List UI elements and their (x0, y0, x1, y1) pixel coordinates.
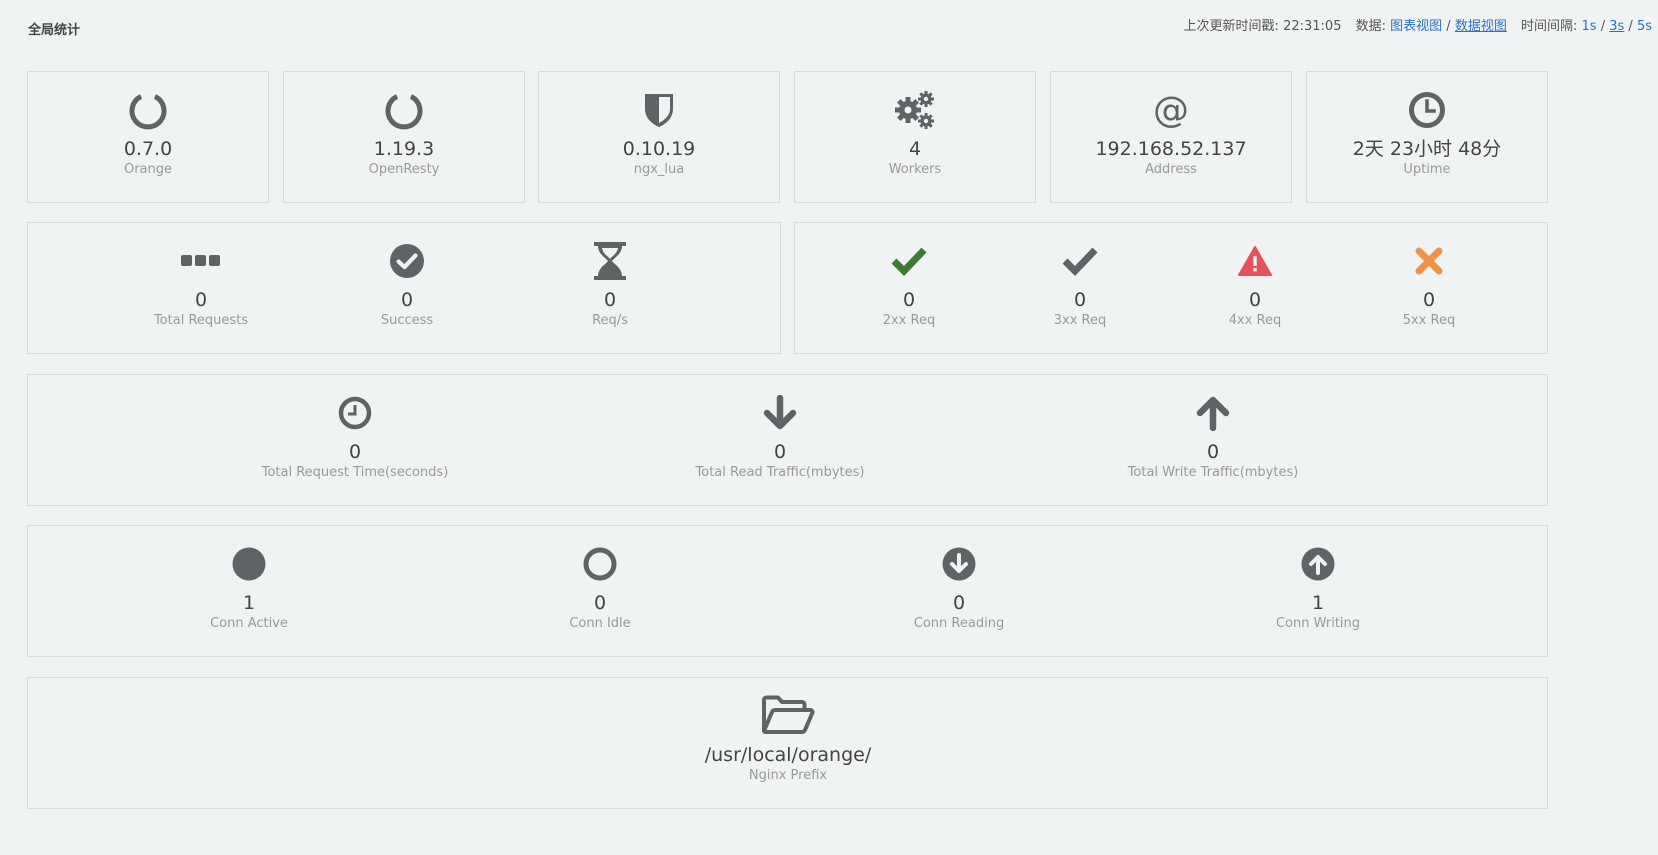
last-update-time: 22:31:05 (1283, 19, 1342, 34)
conn-idle-stat: 0 Conn Idle (480, 542, 720, 632)
conn-active-label: Conn Active (210, 616, 288, 631)
orange-version-label: Orange (123, 162, 173, 177)
nginx-prefix-value: /usr/local/orange/ (704, 744, 872, 766)
requests-card: 0 Total Requests 0 Success 0 Req/s (27, 222, 781, 354)
request-time-value: 0 (348, 441, 362, 463)
address-value: 192.168.52.137 (1095, 138, 1247, 160)
interval-label: 时间间隔: (1520, 19, 1578, 34)
refresh-toolbar: 上次更新时间戳: 22:31:05 数据: 图表视图 / 数据视图 时间间隔: … (1184, 15, 1652, 34)
ellipsis-icon (81, 239, 321, 283)
conn-idle-label: Conn Idle (569, 616, 631, 631)
data-view-link[interactable]: 数据视图 (1455, 19, 1507, 34)
svg-text:@: @ (1153, 91, 1189, 129)
request-time-stat: 0 Total Request Time(seconds) (235, 391, 475, 481)
total-requests-label: Total Requests (153, 313, 249, 328)
total-requests-stat: 0 Total Requests (81, 239, 321, 329)
arrow-circle-up-icon (1198, 542, 1438, 586)
req-per-second-value: 0 (603, 289, 617, 311)
last-update-label: 上次更新时间戳: (1183, 19, 1279, 34)
write-traffic-stat: 0 Total Write Traffic(mbytes) (1093, 391, 1333, 481)
interval-separator: / (1628, 19, 1633, 34)
openresty-version-value: 1.19.3 (373, 138, 435, 160)
conn-active-stat: 1 Conn Active (129, 542, 369, 632)
workers-card: 4 Workers (794, 71, 1036, 203)
connections-card: 1 Conn Active 0 Conn Idle 0 Conn Reading… (27, 525, 1548, 657)
clock-icon (235, 391, 475, 435)
empty-circle-icon (480, 542, 720, 586)
address-label: Address (1145, 162, 1197, 177)
arrow-up-icon (1093, 391, 1333, 435)
read-traffic-value: 0 (773, 441, 787, 463)
openresty-version-label: OpenResty (368, 162, 440, 177)
ngx-lua-version-value: 0.10.19 (622, 138, 696, 160)
ngx-lua-version-card: 0.10.19 ngx_lua (538, 71, 780, 203)
status-codes-card: 0 2xx Req 0 3xx Req 0 4xx Req 0 5xx Req (794, 222, 1548, 354)
ngx-lua-version-label: ngx_lua (633, 162, 685, 177)
at-sign-icon: @ (1051, 88, 1291, 132)
req-per-second-stat: 0 Req/s (490, 239, 730, 329)
view-separator: / (1446, 19, 1451, 34)
orange-version-card: 0.7.0 Orange (27, 71, 269, 203)
conn-active-value: 1 (242, 592, 256, 614)
conn-reading-value: 0 (952, 592, 966, 614)
read-traffic-stat: 0 Total Read Traffic(mbytes) (660, 391, 900, 481)
conn-writing-stat: 1 Conn Writing (1198, 542, 1438, 632)
times-icon (1309, 239, 1549, 283)
workers-label: Workers (888, 162, 942, 177)
total-requests-value: 0 (194, 289, 208, 311)
write-traffic-label: Total Write Traffic(mbytes) (1127, 465, 1299, 480)
conn-writing-value: 1 (1311, 592, 1325, 614)
write-traffic-value: 0 (1206, 441, 1220, 463)
folder-open-icon (568, 692, 1008, 738)
conn-reading-label: Conn Reading (913, 616, 1005, 631)
status-5xx-stat: 0 5xx Req (1309, 239, 1549, 329)
uptime-label: Uptime (1403, 162, 1451, 177)
openresty-version-card: 1.19.3 OpenResty (283, 71, 525, 203)
conn-reading-stat: 0 Conn Reading (839, 542, 1079, 632)
address-card: @ 192.168.52.137 Address (1050, 71, 1292, 203)
nginx-prefix-label: Nginx Prefix (748, 768, 828, 783)
data-view-label: 数据: (1355, 19, 1386, 34)
nginx-prefix-stat: /usr/local/orange/ Nginx Prefix (568, 692, 1008, 784)
interval-1s-link[interactable]: 1s (1582, 19, 1597, 34)
circle-notch-icon (284, 88, 524, 132)
shield-icon (539, 88, 779, 132)
interval-separator: / (1600, 19, 1606, 34)
arrow-down-icon (660, 391, 900, 435)
chart-view-link[interactable]: 图表视图 (1390, 19, 1442, 34)
status-5xx-label: 5xx Req (1402, 313, 1456, 328)
traffic-card: 0 Total Request Time(seconds) 0 Total Re… (27, 374, 1548, 506)
orange-version-value: 0.7.0 (123, 138, 173, 160)
arrow-circle-down-icon (839, 542, 1079, 586)
gears-icon (795, 88, 1035, 132)
read-traffic-label: Total Read Traffic(mbytes) (695, 465, 865, 480)
interval-3s-link[interactable]: 3s (1609, 19, 1624, 34)
request-time-label: Total Request Time(seconds) (261, 465, 449, 480)
clock-icon (1307, 88, 1547, 132)
uptime-value: 2天 23小时 48分 (1352, 138, 1502, 160)
conn-writing-label: Conn Writing (1275, 616, 1361, 631)
workers-value: 4 (908, 138, 922, 160)
filled-circle-icon (129, 542, 369, 586)
nginx-prefix-card: /usr/local/orange/ Nginx Prefix (27, 677, 1548, 809)
circle-notch-icon (28, 88, 268, 132)
conn-idle-value: 0 (593, 592, 607, 614)
page-title: 全局统计 (28, 23, 81, 38)
status-5xx-value: 0 (1422, 289, 1436, 311)
interval-5s-link[interactable]: 5s (1637, 19, 1652, 34)
req-per-second-label: Req/s (592, 313, 628, 328)
uptime-card: 2天 23小时 48分 Uptime (1306, 71, 1548, 203)
hourglass-icon (490, 239, 730, 283)
